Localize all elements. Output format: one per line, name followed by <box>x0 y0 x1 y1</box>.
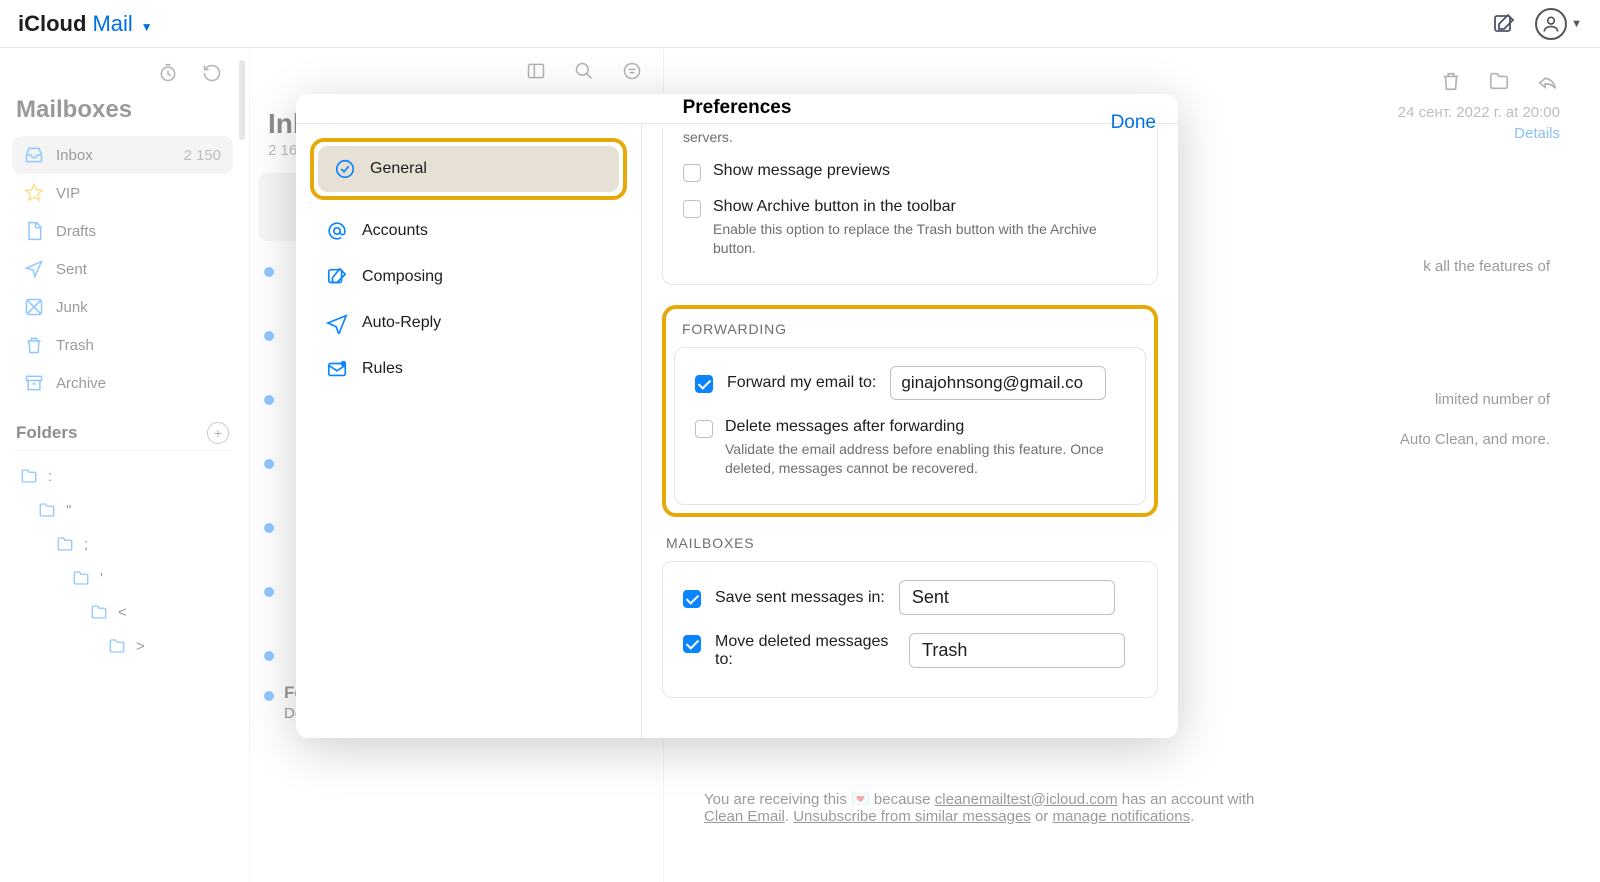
compose-icon[interactable] <box>1491 11 1517 37</box>
checkbox-forward-email[interactable] <box>695 375 713 393</box>
brand-mail: Mail <box>92 11 132 37</box>
nav-label: Auto-Reply <box>362 314 441 332</box>
pref-label: Save sent messages in: <box>715 589 885 607</box>
checkbox-show-previews[interactable] <box>683 164 701 182</box>
pref-label: Move deleted messages to: <box>715 633 895 669</box>
nav-label: Accounts <box>362 222 428 240</box>
checkbox-delete-after-forward[interactable] <box>695 420 713 438</box>
pref-label: Show Archive button in the toolbar <box>713 198 1137 216</box>
nav-accounts[interactable]: Accounts <box>310 208 627 254</box>
nav-highlight-general: General <box>310 138 627 200</box>
preferences-modal: Preferences Done General Accounts Compos… <box>296 94 1178 738</box>
modal-content[interactable]: servers. Show message previews Show Arch… <box>642 124 1178 738</box>
forward-email-input[interactable] <box>890 366 1106 400</box>
avatar-icon <box>1535 8 1567 40</box>
pref-section-top: servers. Show message previews Show Arch… <box>662 128 1158 286</box>
nav-label: Composing <box>362 268 443 286</box>
modal-nav: General Accounts Composing Auto-Reply Ru… <box>296 124 642 738</box>
pref-label: Forward my email to: <box>727 374 876 392</box>
pref-help: Enable this option to replace the Trash … <box>713 220 1137 258</box>
chevron-down-icon: ▼ <box>1571 18 1582 30</box>
pref-help: Validate the email address before enabli… <box>725 440 1125 478</box>
pref-label: Delete messages after forwarding <box>725 418 1125 436</box>
checkbox-save-sent[interactable] <box>683 590 701 608</box>
envelope-badge-icon <box>326 358 348 380</box>
check-circle-icon <box>334 158 356 180</box>
at-icon <box>326 220 348 242</box>
modal-title: Preferences <box>683 97 792 119</box>
save-sent-select[interactable]: Sent <box>899 580 1115 615</box>
move-deleted-select[interactable]: Trash <box>909 633 1125 668</box>
plane-icon <box>326 312 348 334</box>
partial-text: servers. <box>683 128 1137 147</box>
pref-label: Show message previews <box>713 162 1137 180</box>
nav-label: Rules <box>362 360 403 378</box>
nav-autoreply[interactable]: Auto-Reply <box>310 300 627 346</box>
modal-header: Preferences Done <box>296 94 1178 124</box>
forwarding-highlight: FORWARDING Forward my email to: Delete m… <box>662 305 1158 517</box>
done-button[interactable]: Done <box>1111 112 1156 134</box>
section-label-forwarding: FORWARDING <box>682 321 1138 337</box>
account-menu[interactable]: ▼ <box>1535 8 1582 40</box>
brand-icloud: iCloud <box>18 11 86 37</box>
compose-icon <box>326 266 348 288</box>
topbar-actions: ▼ <box>1491 8 1582 40</box>
nav-general[interactable]: General <box>318 146 619 192</box>
nav-rules[interactable]: Rules <box>310 346 627 392</box>
pref-section-mailboxes: Save sent messages in: Sent Move deleted… <box>662 561 1158 698</box>
nav-composing[interactable]: Composing <box>310 254 627 300</box>
checkbox-move-deleted[interactable] <box>683 635 701 653</box>
section-label-mailboxes: MAILBOXES <box>666 535 1154 551</box>
topbar: iCloud Mail ▼ ▼ <box>0 0 1600 48</box>
brand-caret-icon: ▼ <box>141 20 153 34</box>
checkbox-show-archive[interactable] <box>683 200 701 218</box>
brand[interactable]: iCloud Mail ▼ <box>18 11 153 37</box>
nav-label: General <box>370 160 427 178</box>
